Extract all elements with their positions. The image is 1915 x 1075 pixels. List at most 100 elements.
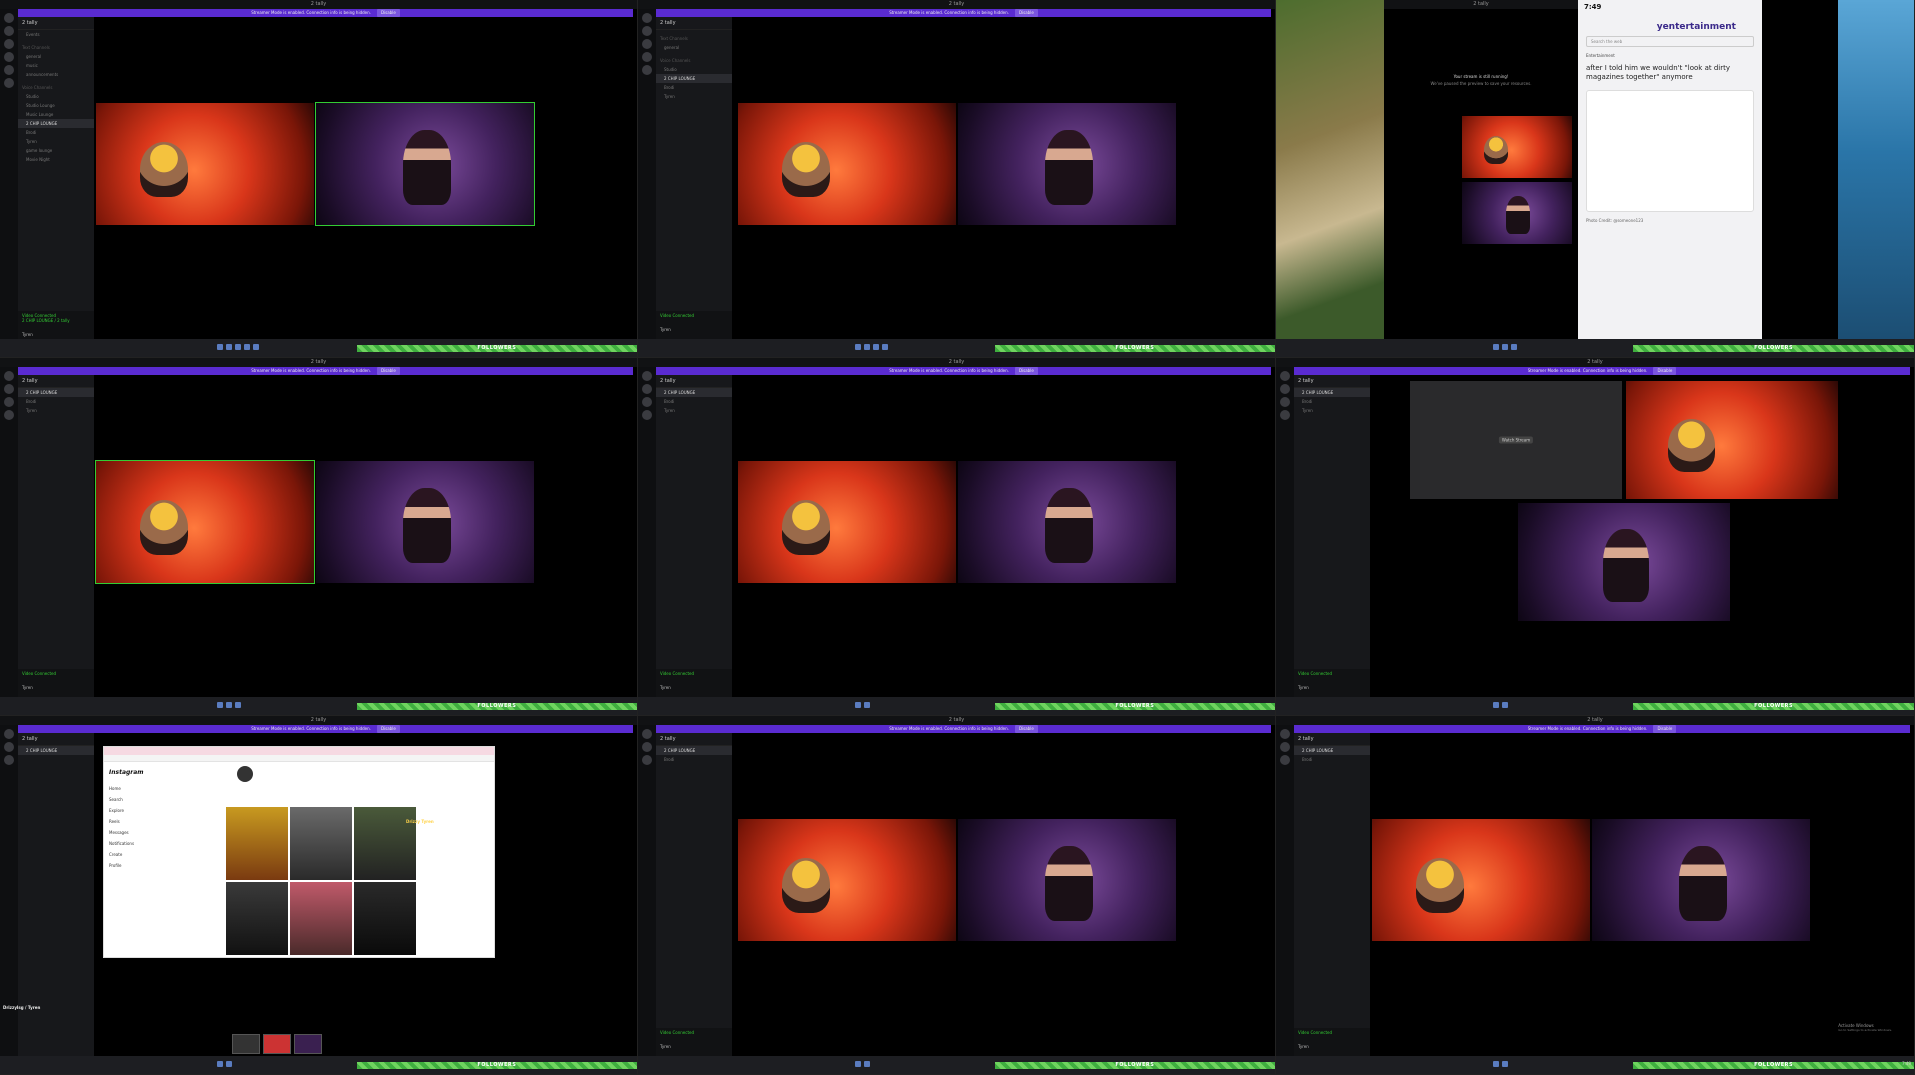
app-icon[interactable] — [234, 344, 241, 350]
voice-member[interactable]: Tyren — [1294, 406, 1370, 415]
app-icon[interactable] — [1492, 702, 1499, 708]
app-icon[interactable] — [854, 702, 861, 708]
banner-disable-button[interactable]: Disable — [376, 367, 400, 375]
channel-category[interactable]: Text Channels — [656, 34, 732, 43]
server-icon[interactable] — [4, 78, 14, 88]
server-icon[interactable] — [1280, 742, 1290, 752]
server-name[interactable]: 2 tally — [1294, 375, 1370, 388]
channel-item[interactable]: Events — [18, 30, 94, 39]
app-icon[interactable] — [854, 1061, 861, 1067]
video-tile-guest[interactable] — [1462, 182, 1572, 244]
user-name[interactable]: Tyren — [22, 685, 90, 690]
banner-disable-button[interactable]: Disable — [1653, 367, 1677, 375]
channel-item-active[interactable]: 2 CHIP LOUNGE — [656, 388, 732, 397]
server-icon[interactable] — [1280, 397, 1290, 407]
voice-member[interactable]: Tyren — [656, 92, 732, 101]
channel-item[interactable]: Movie Night — [18, 155, 94, 164]
video-tile-guest[interactable] — [958, 819, 1176, 941]
thumbnail[interactable] — [232, 1034, 260, 1054]
post-thumb[interactable] — [354, 882, 416, 955]
server-icon[interactable] — [4, 39, 14, 49]
banner-disable-button[interactable]: Disable — [376, 9, 400, 17]
channel-item-active[interactable]: 2 CHIP LOUNGE — [18, 388, 94, 397]
server-icon[interactable] — [642, 410, 652, 420]
server-icon[interactable] — [1280, 755, 1290, 765]
app-icon[interactable] — [854, 344, 861, 350]
video-tile-host[interactable] — [1462, 116, 1572, 178]
channel-item-active[interactable]: 2 CHIP LOUNGE — [656, 74, 732, 83]
server-icon[interactable] — [4, 384, 14, 394]
server-icon[interactable] — [642, 13, 652, 23]
voice-member[interactable]: Brodi — [1294, 397, 1370, 406]
app-icon[interactable] — [234, 702, 241, 708]
user-name[interactable]: Tyren — [660, 685, 728, 690]
server-icon[interactable] — [642, 65, 652, 75]
server-name[interactable]: 2 tally — [18, 375, 94, 388]
app-icon[interactable] — [872, 344, 879, 350]
browser-tabs[interactable] — [104, 747, 494, 755]
app-icon[interactable] — [1501, 1061, 1508, 1067]
server-name[interactable]: 2 tally — [18, 17, 94, 30]
video-tile-guest[interactable] — [1518, 503, 1730, 621]
voice-member[interactable]: Brodi — [18, 128, 94, 137]
server-icon[interactable] — [642, 39, 652, 49]
server-name[interactable]: 2 tally — [656, 375, 732, 388]
video-tile-host[interactable] — [96, 103, 314, 225]
server-icon[interactable] — [4, 26, 14, 36]
voice-member[interactable]: Brodi — [656, 755, 732, 764]
server-icon[interactable] — [642, 371, 652, 381]
channel-category[interactable]: Voice Channels — [18, 83, 94, 92]
server-icon[interactable] — [642, 742, 652, 752]
instagram-logo[interactable]: Instagram — [109, 769, 144, 776]
app-icon[interactable] — [216, 702, 223, 708]
server-icon[interactable] — [642, 52, 652, 62]
server-icon[interactable] — [1280, 371, 1290, 381]
channel-item[interactable]: announcements — [18, 70, 94, 79]
video-tile-host[interactable] — [1626, 381, 1838, 499]
server-icon[interactable] — [4, 410, 14, 420]
video-tile-host[interactable] — [738, 461, 956, 583]
app-icon[interactable] — [243, 344, 250, 350]
video-tile-stream[interactable]: Watch Stream — [1410, 381, 1622, 499]
voice-member[interactable]: Brodi — [656, 397, 732, 406]
banner-disable-button[interactable]: Disable — [1014, 725, 1038, 733]
channel-item[interactable]: general — [656, 43, 732, 52]
app-icon[interactable] — [1492, 344, 1499, 350]
server-icon[interactable] — [642, 729, 652, 739]
voice-member[interactable]: Brodi — [18, 397, 94, 406]
server-name[interactable]: 2 tally — [18, 733, 94, 746]
watch-stream-button[interactable]: Watch Stream — [1498, 436, 1534, 444]
post-thumb[interactable] — [226, 807, 288, 880]
server-icon[interactable] — [4, 371, 14, 381]
banner-disable-button[interactable]: Disable — [376, 725, 400, 733]
video-tile-host[interactable] — [95, 460, 315, 584]
post-thumb[interactable] — [290, 882, 352, 955]
video-tile-guest[interactable] — [958, 461, 1176, 583]
video-tile-host[interactable] — [738, 103, 956, 225]
server-icon[interactable] — [4, 52, 14, 62]
server-icon[interactable] — [642, 755, 652, 765]
thumbnail[interactable] — [294, 1034, 322, 1054]
voice-member[interactable]: Brodi — [656, 83, 732, 92]
user-name[interactable]: Tyren — [22, 332, 90, 337]
menu-item[interactable]: Create — [109, 849, 134, 860]
app-icon[interactable] — [1501, 702, 1508, 708]
app-icon[interactable] — [216, 344, 223, 350]
search-input[interactable]: Search the web — [1586, 36, 1754, 47]
channel-item-active[interactable]: 2 CHIP LOUNGE — [18, 746, 94, 755]
voice-member[interactable]: Tyren — [18, 406, 94, 415]
menu-item[interactable]: Reels — [109, 816, 134, 827]
server-icon[interactable] — [642, 26, 652, 36]
server-icon[interactable] — [1280, 384, 1290, 394]
app-icon[interactable] — [1510, 344, 1517, 350]
app-icon[interactable] — [225, 1061, 232, 1067]
voice-member[interactable]: Tyren — [656, 406, 732, 415]
server-icon[interactable] — [4, 755, 14, 765]
video-tile-host[interactable] — [738, 819, 956, 941]
menu-item[interactable]: Profile — [109, 860, 134, 871]
app-icon[interactable] — [1501, 344, 1508, 350]
video-tile-host[interactable] — [1372, 819, 1590, 941]
voice-member[interactable]: Tyren — [18, 137, 94, 146]
server-icon[interactable] — [1280, 410, 1290, 420]
server-name[interactable]: 2 tally — [656, 733, 732, 746]
